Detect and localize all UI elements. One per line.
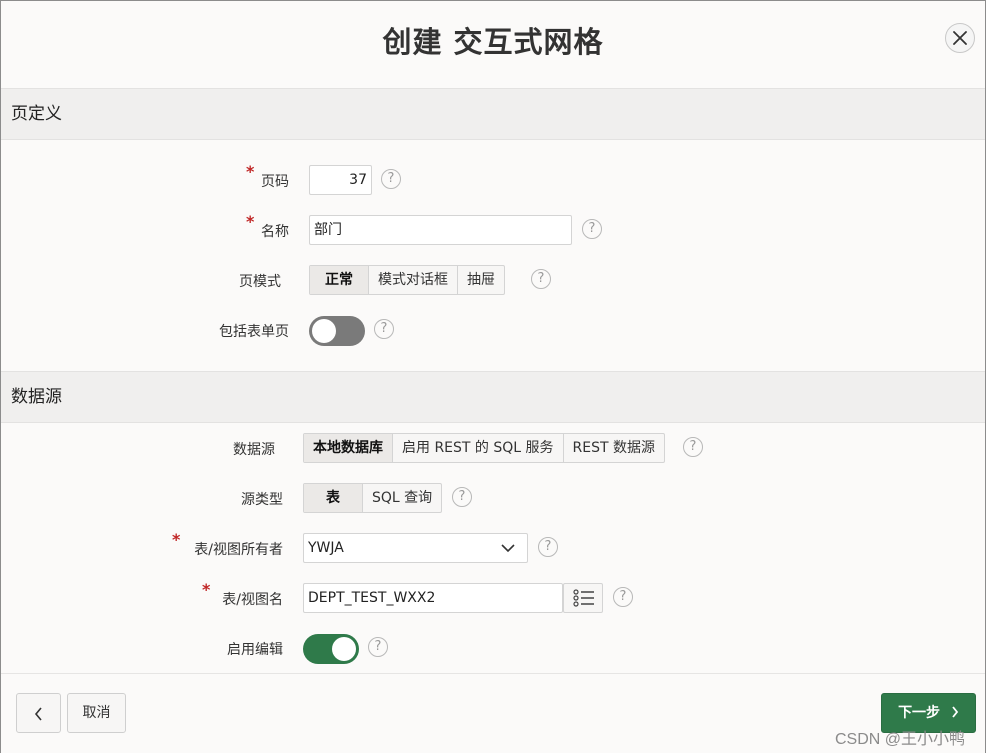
chevron-left-icon bbox=[34, 707, 42, 721]
help-icon[interactable]: ? bbox=[683, 437, 703, 457]
help-icon[interactable]: ? bbox=[613, 587, 633, 607]
page-mode-label: 页模式 bbox=[239, 274, 281, 290]
source-rest-data-source[interactable]: REST 数据源 bbox=[564, 434, 664, 462]
toggle-knob bbox=[312, 319, 336, 343]
source-type-table[interactable]: 表 bbox=[304, 484, 363, 512]
close-button[interactable] bbox=[945, 23, 975, 53]
page-mode-radio-group: 正常 模式对话框 抽屉 bbox=[309, 265, 505, 295]
help-icon[interactable]: ? bbox=[452, 487, 472, 507]
page-number-input[interactable]: 37 bbox=[309, 165, 372, 195]
source-rest-enabled-sql[interactable]: 启用 REST 的 SQL 服务 bbox=[393, 434, 564, 462]
owner-select[interactable]: YWJA bbox=[303, 533, 528, 563]
table-name-label: 表/视图名 bbox=[222, 592, 283, 608]
source-local-database[interactable]: 本地数据库 bbox=[304, 434, 393, 462]
source-type-radio-group: 表 SQL 查询 bbox=[303, 483, 443, 513]
cancel-button[interactable]: 取消 bbox=[67, 693, 126, 733]
help-icon[interactable]: ? bbox=[538, 537, 558, 557]
owner-label: 表/视图所有者 bbox=[194, 542, 283, 558]
table-name-input[interactable]: DEPT_TEST_WXX2 bbox=[303, 583, 563, 613]
source-type-sql-query[interactable]: SQL 查询 bbox=[363, 484, 441, 512]
source-type-label: 源类型 bbox=[241, 492, 283, 508]
include-form-page-toggle[interactable] bbox=[309, 316, 365, 346]
watermark-text: CSDN @王小小鸭 bbox=[835, 731, 966, 748]
help-icon[interactable]: ? bbox=[531, 269, 551, 289]
create-interactive-grid-dialog: 创建 交互式网格 页定义 * 页码 37 ? * 名称 部门 ? 页模式 正常 … bbox=[0, 0, 986, 753]
page-mode-modal-dialog[interactable]: 模式对话框 bbox=[369, 266, 458, 294]
list-icon bbox=[573, 589, 594, 607]
page-number-label: 页码 bbox=[261, 174, 289, 190]
help-icon[interactable]: ? bbox=[381, 169, 401, 189]
section-data-source: 数据源 bbox=[1, 371, 985, 423]
name-label: 名称 bbox=[261, 224, 289, 240]
page-mode-drawer[interactable]: 抽屉 bbox=[458, 266, 504, 294]
data-source-label: 数据源 bbox=[233, 442, 275, 458]
owner-select-value: YWJA bbox=[308, 540, 344, 556]
chevron-right-icon bbox=[952, 706, 959, 718]
help-icon[interactable]: ? bbox=[582, 219, 602, 239]
back-button[interactable] bbox=[16, 693, 61, 733]
list-of-values-button[interactable] bbox=[563, 583, 603, 613]
toggle-knob bbox=[332, 637, 356, 661]
section-page-definition: 页定义 bbox=[1, 88, 985, 140]
enable-edit-label: 启用编辑 bbox=[227, 642, 283, 658]
dialog-header: 创建 交互式网格 bbox=[1, 1, 985, 87]
page-mode-normal[interactable]: 正常 bbox=[310, 266, 369, 294]
close-icon bbox=[953, 31, 967, 45]
next-button-label: 下一步 bbox=[898, 705, 941, 721]
data-source-radio-group: 本地数据库 启用 REST 的 SQL 服务 REST 数据源 bbox=[303, 433, 665, 463]
help-icon[interactable]: ? bbox=[374, 319, 394, 339]
name-input[interactable]: 部门 bbox=[309, 215, 572, 245]
include-form-page-label: 包括表单页 bbox=[219, 324, 289, 340]
enable-edit-toggle[interactable] bbox=[303, 634, 359, 664]
chevron-down-icon bbox=[501, 544, 515, 553]
dialog-title: 创建 交互式网格 bbox=[382, 25, 604, 59]
help-icon[interactable]: ? bbox=[368, 637, 388, 657]
